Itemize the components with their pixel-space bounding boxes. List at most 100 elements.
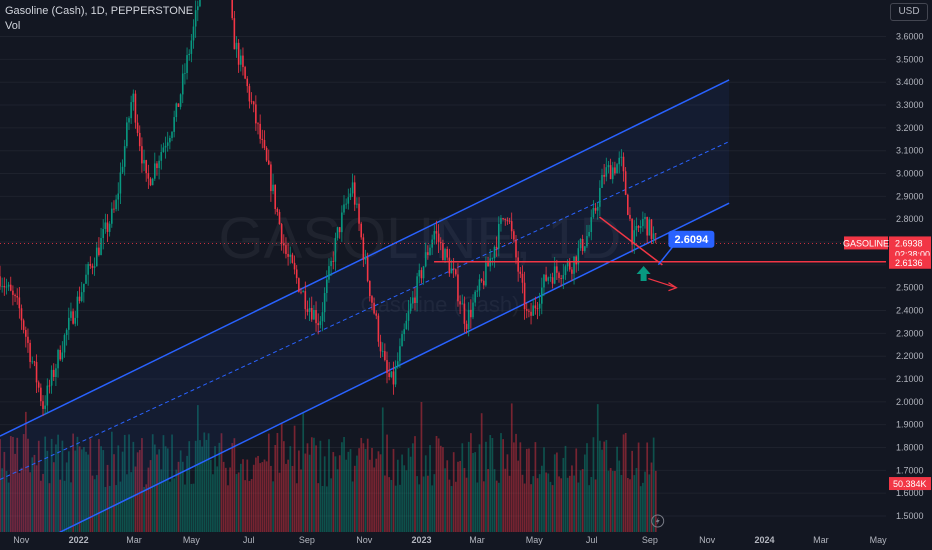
candle-body [493, 246, 496, 259]
candle-body [291, 254, 294, 263]
volume-bar [504, 468, 507, 532]
candle-body [654, 233, 657, 235]
time-tick-label: May [526, 535, 544, 545]
time-tick-label: Jul [586, 535, 598, 545]
candle-body [276, 208, 279, 213]
volume-bar [209, 459, 212, 532]
volume-bar [448, 479, 451, 532]
candle-body [536, 308, 539, 310]
candle-body [166, 142, 169, 146]
chart-canvas[interactable]: GASOLINE, 1D Gasoline (Cash) 2.6094 3.60… [0, 0, 932, 550]
price-tick-label: 1.7000 [896, 465, 924, 475]
line-price-value: 2.6136 [895, 258, 923, 268]
volume-bar [184, 484, 186, 532]
volume-bar [401, 454, 403, 532]
candle-body [620, 156, 623, 158]
volume-bar [386, 434, 388, 532]
volume-legend[interactable]: Vol [5, 19, 193, 34]
candle-body [104, 222, 107, 229]
candle-body [328, 266, 330, 280]
candle-body [85, 274, 87, 284]
candle-body [80, 292, 83, 301]
candle-body [171, 131, 173, 138]
candle-body [418, 270, 421, 277]
candle-body [373, 302, 375, 314]
volume-bar [369, 459, 371, 532]
candle-body [74, 317, 77, 324]
time-tick-label: 2023 [412, 535, 432, 545]
candle-body [461, 303, 464, 305]
volume-bar [392, 448, 395, 532]
price-tick-label: 2.0000 [896, 397, 924, 407]
symbol-title[interactable]: Gasoline (Cash), 1D, PEPPERSTONE [5, 4, 193, 19]
candle-body [317, 323, 319, 326]
candle-body [231, 0, 233, 19]
candle-body [553, 266, 556, 284]
volume-bar [547, 473, 550, 532]
candle-body [278, 212, 281, 225]
candle-body [607, 165, 610, 168]
projection-arrow [648, 277, 677, 289]
candle-body [534, 305, 537, 309]
time-tick-label: Nov [699, 535, 716, 545]
currency-button[interactable]: USD [890, 3, 928, 21]
volume-bar [637, 442, 640, 532]
volume-bar [478, 444, 481, 532]
candle-body [573, 256, 575, 274]
volume-bar [633, 475, 636, 532]
candle-body [149, 178, 152, 186]
volume-bar [366, 438, 369, 532]
candle-body [611, 167, 614, 180]
candle-body [437, 233, 440, 242]
candle-body [618, 157, 620, 165]
volume-bar [315, 445, 317, 532]
volume-bar [485, 441, 487, 532]
candle-body [558, 272, 560, 279]
volume-bar [224, 467, 227, 532]
candle-body [338, 227, 341, 233]
candle-body [474, 291, 476, 303]
volume-bar [459, 460, 461, 532]
candle-body [181, 73, 184, 95]
candle-body [261, 138, 264, 141]
candle-body [528, 310, 530, 312]
candle-body [384, 351, 386, 361]
chart-area[interactable]: GASOLINE, 1D Gasoline (Cash) 2.6094 3.60… [0, 0, 932, 550]
candle-body [177, 103, 180, 107]
volume-bar [635, 467, 638, 532]
volume-bar [229, 467, 231, 532]
candle-body [358, 203, 360, 224]
candle-body [515, 239, 517, 258]
candle-body [111, 208, 113, 224]
candle-body [197, 6, 199, 11]
volume-bar [577, 482, 580, 532]
candle-body [302, 291, 304, 293]
candle-body [594, 207, 597, 211]
volume-bar [420, 402, 423, 532]
volume-bar [381, 407, 384, 532]
candle-body [584, 246, 586, 251]
volume-bar [328, 439, 330, 532]
volume-bar [405, 470, 408, 532]
price-tick-label: 1.9000 [896, 420, 924, 430]
time-tick-label: Sep [299, 535, 315, 545]
candle-body [240, 55, 242, 65]
volume-bar [498, 482, 500, 532]
candle-body [575, 256, 577, 265]
volume-bar [295, 483, 298, 532]
volume-bar [472, 453, 474, 532]
volume-bar [644, 471, 646, 532]
candle-body [121, 166, 124, 173]
candle-body [330, 260, 332, 267]
candle-body [564, 266, 567, 276]
volume-bar [648, 474, 651, 532]
candle-body [459, 301, 461, 305]
candle-body [158, 160, 160, 169]
candle-body [59, 350, 61, 360]
candle-body [40, 387, 42, 402]
price-tick-label: 3.0000 [896, 169, 924, 179]
volume-bar [551, 485, 554, 532]
candle-body [467, 309, 470, 330]
candle-body [652, 233, 655, 240]
volume-bar [530, 484, 532, 532]
